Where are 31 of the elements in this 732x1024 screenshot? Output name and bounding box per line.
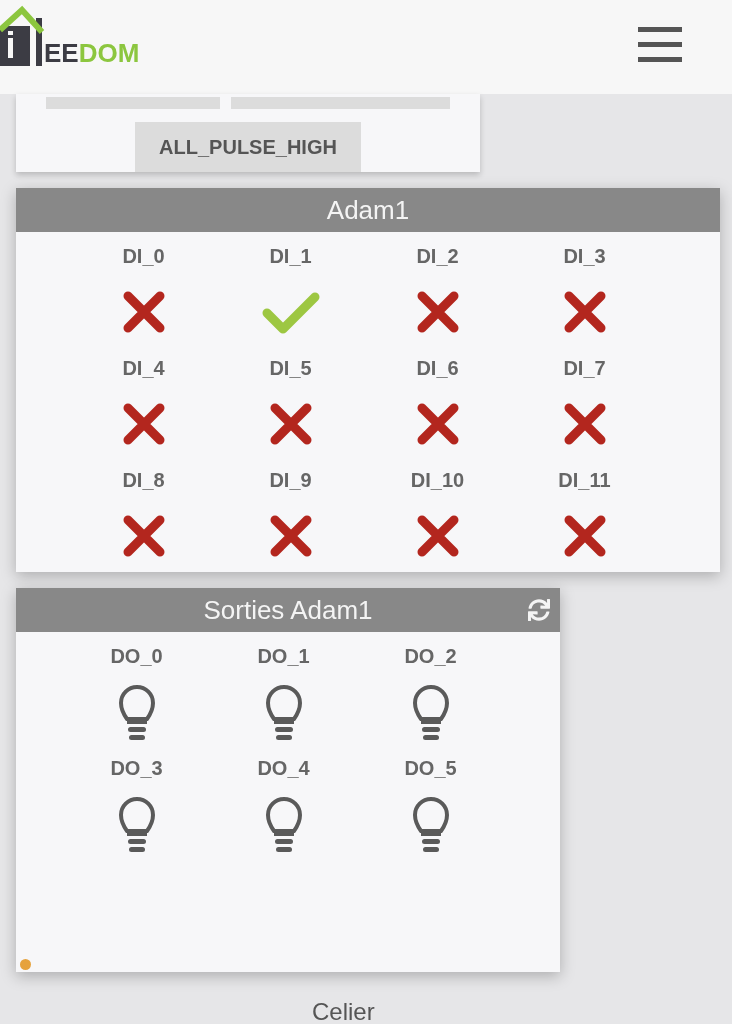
channel-label: DO_1 [257, 644, 310, 668]
channel-label: DI_0 [122, 244, 165, 268]
channel-label: DI_7 [563, 356, 606, 380]
channel-label: DI_10 [410, 468, 465, 492]
lightbulb-icon[interactable] [411, 684, 450, 742]
channel-label: DI_11 [558, 468, 611, 492]
channel-label: DI_2 [416, 244, 459, 268]
channel-label: DO_0 [110, 644, 163, 668]
channel-label: DI_5 [269, 356, 312, 380]
logo-text: EEDOM [44, 40, 140, 66]
channel-label: DI_4 [122, 356, 165, 380]
command-button[interactable]: ALL_PULSE_HIGH [135, 122, 361, 172]
card-title: Sorties Adam1 [203, 595, 373, 625]
menu-button[interactable] [638, 24, 684, 64]
channel-label: DO_2 [404, 644, 457, 668]
channel-label: DI_8 [122, 468, 165, 492]
lightbulb-icon[interactable] [117, 796, 156, 854]
channel-label: DI_3 [563, 244, 606, 268]
card-title: Adam1 [326, 195, 410, 225]
section-title: Celier [312, 998, 375, 1024]
lightbulb-icon[interactable] [264, 796, 303, 854]
lightbulb-icon[interactable] [117, 684, 156, 742]
refresh-icon[interactable] [528, 599, 550, 621]
lightbulb-icon[interactable] [411, 796, 450, 854]
channel-label: DI_1 [269, 244, 312, 268]
channel-label: DO_5 [404, 756, 457, 780]
channel-label: DO_3 [110, 756, 163, 780]
channel-label: DI_9 [269, 468, 312, 492]
channel-label: DO_4 [257, 756, 310, 780]
channel-label: DI_6 [416, 356, 459, 380]
lightbulb-icon[interactable] [264, 684, 303, 742]
